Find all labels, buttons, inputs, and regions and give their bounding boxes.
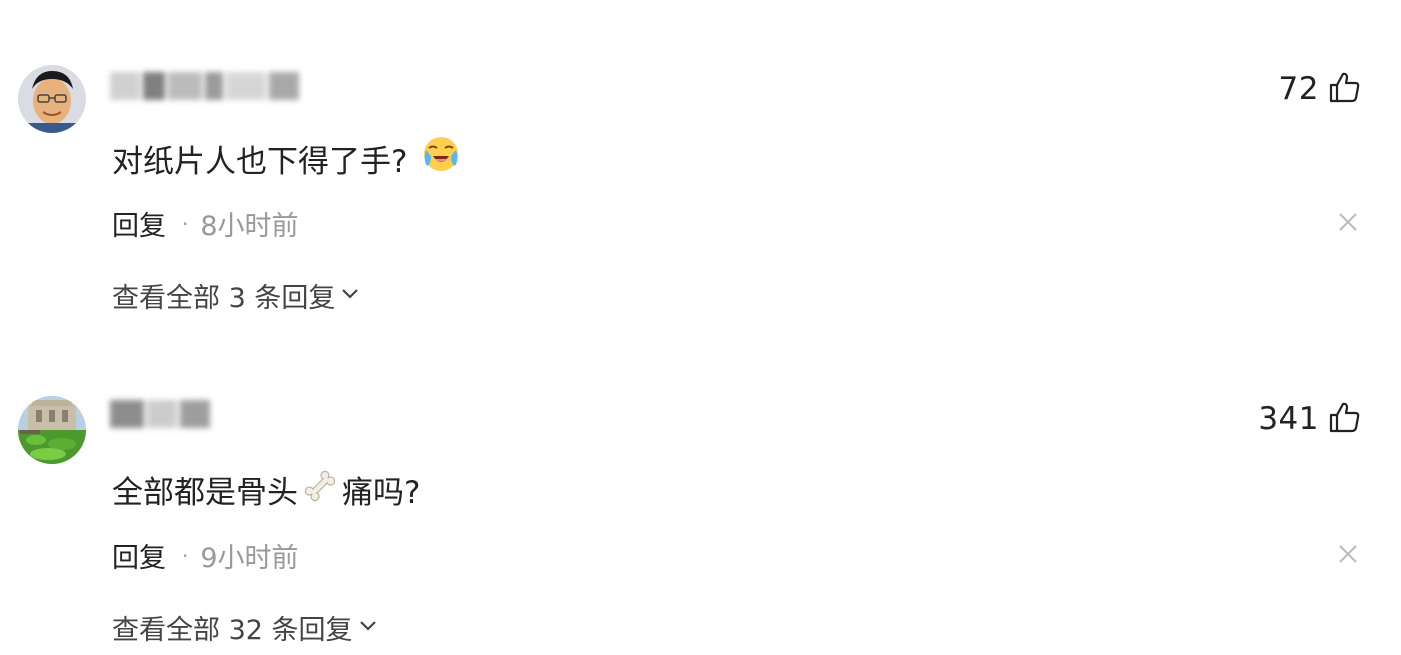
reply-button[interactable]: 回复 [112,536,166,575]
comment-text: 对纸片人也下得了手? [112,134,461,182]
comment-time: 8小时前 [200,211,299,242]
bone-emoji [302,468,338,512]
chevron-down-icon [339,280,361,311]
loudly-crying-face-emoji [421,134,461,182]
comment-item: 72 对纸片人也下得了手? 回复 · 8小时前 查看全部 3 条回复 [0,0,1401,314]
close-icon[interactable] [1337,211,1359,233]
comment-meta: 回复 · 8小时前 [112,204,299,243]
meta-separator: · [182,211,189,236]
like-button[interactable]: 72 [1279,70,1361,108]
like-count: 72 [1278,71,1319,107]
avatar[interactable] [18,65,86,133]
chevron-down-icon [357,612,379,643]
meta-separator: · [182,543,189,568]
view-all-replies-link[interactable]: 查看全部 32 条回复 [112,608,379,647]
thumbs-up-icon [1327,400,1361,438]
like-button[interactable]: 341 [1258,400,1361,438]
comment-time: 9小时前 [200,543,299,574]
close-icon[interactable] [1337,543,1359,565]
username-blurred[interactable] [110,72,310,106]
like-count: 341 [1258,401,1319,437]
avatar[interactable] [18,396,86,464]
username-blurred[interactable] [110,400,216,434]
comment-meta: 回复 · 9小时前 [112,536,299,575]
thumbs-up-icon [1327,70,1361,108]
comment-item: 341 全部都是骨头 痛吗? 回复 · 9小时前 查看全部 32 条回复 [0,332,1401,646]
comment-text: 全部都是骨头 痛吗? [112,467,420,512]
reply-button[interactable]: 回复 [112,204,166,243]
view-all-replies-link[interactable]: 查看全部 3 条回复 [112,276,361,315]
